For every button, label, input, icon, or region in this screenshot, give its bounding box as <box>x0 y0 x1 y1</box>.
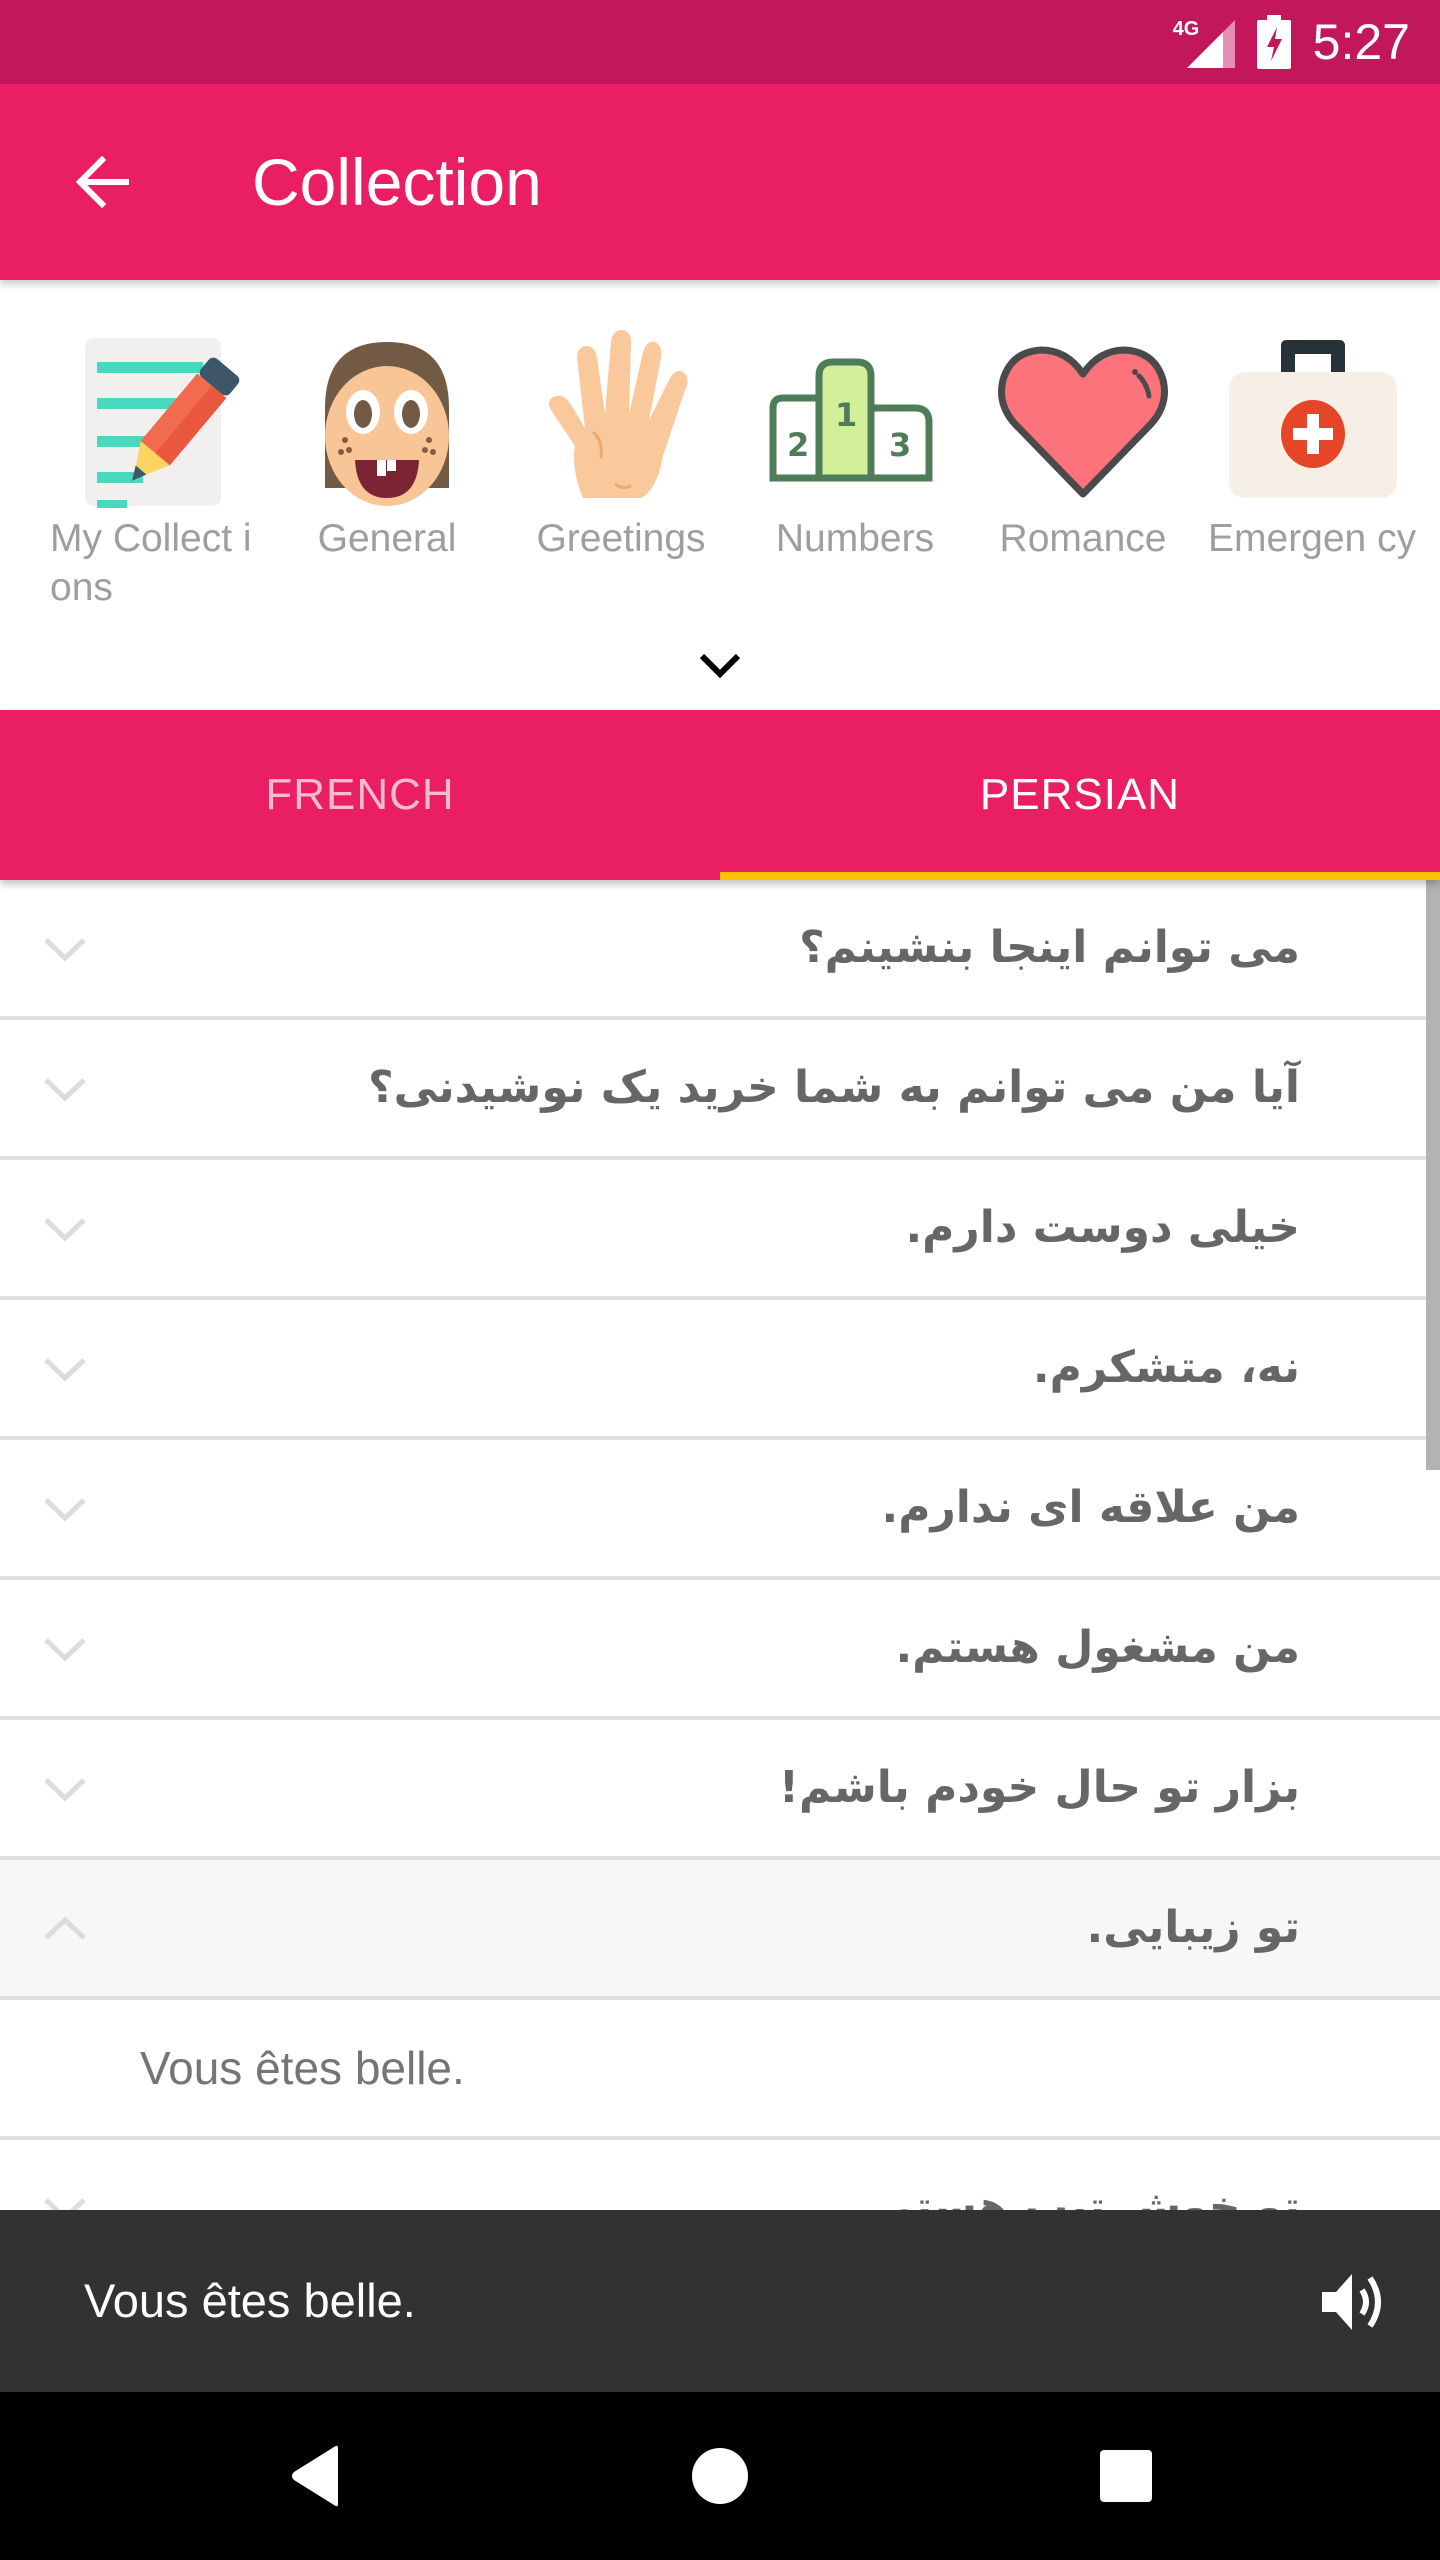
expand-categories-button[interactable] <box>690 640 750 690</box>
phrase-row[interactable]: می توانم اینجا بنشینم؟ <box>0 880 1440 1020</box>
play-audio-button[interactable] <box>1318 2266 1390 2338</box>
system-nav-bar <box>0 2392 1440 2560</box>
category-greetings[interactable]: Greetings <box>516 328 726 563</box>
nav-recents-button[interactable] <box>1086 2436 1166 2516</box>
category-label: My Collect ions <box>50 517 252 609</box>
podium-icon: 2 1 3 <box>769 358 933 482</box>
phrase-row[interactable]: آیا من می توانم به شما خرید یک نوشیدنی؟ <box>0 1020 1440 1160</box>
svg-text:1: 1 <box>835 396 857 434</box>
tab-french[interactable]: FRENCH <box>0 710 720 880</box>
back-triangle-icon <box>292 2445 338 2507</box>
chevron-down-icon <box>44 1638 86 1662</box>
chevron-down-icon <box>699 653 741 679</box>
recents-square-icon <box>1100 2450 1152 2502</box>
snackbar-text: Vous êtes belle. <box>84 2274 416 2327</box>
category-label: Emergen cy <box>1208 517 1417 560</box>
home-circle-icon <box>692 2448 748 2504</box>
chevron-down-icon <box>44 938 86 962</box>
status-icons: 4G 5:27 <box>1173 0 1410 84</box>
nav-back-button[interactable] <box>276 2436 356 2516</box>
signal-icon: 4G <box>1173 16 1235 68</box>
chevron-down-icon <box>44 1078 86 1102</box>
chevron-down-icon <box>44 2198 86 2210</box>
svg-text:2: 2 <box>787 426 809 464</box>
chevron-down-icon <box>44 1218 86 1242</box>
category-label: Romance <box>999 517 1167 560</box>
phrase-row[interactable]: من علاقه ای ندارم. <box>0 1440 1440 1580</box>
category-strip: My Collect ions General Greetings 2 1 3 … <box>0 280 1440 710</box>
translation-text: Vous êtes belle. <box>140 2042 465 2094</box>
phrase-row-expanded[interactable]: تو زیبایی. <box>0 1860 1440 2000</box>
phrase-row[interactable]: بزار تو حال خودم باشم! <box>0 1720 1440 1860</box>
phrase-text: می توانم اینجا بنشینم؟ <box>799 922 1300 973</box>
list-scrollbar[interactable] <box>1426 880 1440 1470</box>
smiling-face-icon <box>325 342 449 506</box>
category-numbers[interactable]: 2 1 3 Numbers <box>750 328 960 563</box>
tab-indicator <box>720 872 1440 880</box>
snackbar: Vous êtes belle. <box>0 2210 1440 2392</box>
category-emergency[interactable]: Emergen cy <box>1208 328 1418 563</box>
phrase-translation[interactable]: Vous êtes belle. <box>0 2000 1440 2140</box>
phrase-text: من مشغول هستم. <box>895 1622 1300 1673</box>
language-tabs: FRENCH PERSIAN <box>0 710 1440 880</box>
phrase-row[interactable]: خیلی دوست دارم. <box>0 1160 1440 1300</box>
speaker-icon <box>1322 2274 1381 2330</box>
chevron-down-icon <box>44 1358 86 1382</box>
phrase-row[interactable]: من مشغول هستم. <box>0 1580 1440 1720</box>
first-aid-kit-icon <box>1229 340 1397 498</box>
phrase-row[interactable]: تو خوش تیپ هستی <box>0 2140 1440 2210</box>
chevron-up-icon <box>44 1916 86 1940</box>
phrase-text: تو زیبایی. <box>1086 1902 1300 1953</box>
phrase-text: من علاقه ای ندارم. <box>881 1482 1300 1533</box>
category-label: Numbers <box>775 517 935 560</box>
category-label: General <box>317 517 457 560</box>
category-label: Greetings <box>536 517 706 560</box>
phrase-text: آیا من می توانم به شما خرید یک نوشیدنی؟ <box>368 1062 1300 1113</box>
phrase-text: تو خوش تیپ هستی <box>871 2182 1300 2210</box>
category-romance[interactable]: Romance <box>978 328 1188 563</box>
waving-hand-icon <box>549 330 688 498</box>
status-time: 5:27 <box>1312 14 1410 70</box>
svg-text:3: 3 <box>889 426 911 464</box>
arrow-back-icon <box>75 155 129 209</box>
battery-charging-icon <box>1256 15 1291 69</box>
chevron-down-icon <box>44 1498 86 1522</box>
heart-icon <box>998 346 1168 498</box>
phrase-row[interactable]: نه، متشکرم. <box>0 1300 1440 1440</box>
chevron-down-icon <box>44 1778 86 1802</box>
tab-persian[interactable]: PERSIAN <box>720 710 1440 880</box>
category-general[interactable]: General <box>282 328 492 563</box>
back-button[interactable] <box>52 132 152 232</box>
phrase-text: خیلی دوست دارم. <box>905 1202 1300 1253</box>
phrase-text: بزار تو حال خودم باشم! <box>778 1762 1300 1813</box>
status-bar: 4G 5:27 <box>0 0 1440 84</box>
app-bar: Collection <box>0 84 1440 280</box>
page-title: Collection <box>252 145 542 219</box>
phrase-list: می توانم اینجا بنشینم؟ آیا من می توانم ب… <box>0 880 1440 2210</box>
phrase-text: نه، متشکرم. <box>1032 1342 1300 1393</box>
category-my-collections[interactable]: My Collect ions <box>50 328 260 612</box>
nav-home-button[interactable] <box>680 2436 760 2516</box>
notepad-pencil-icon <box>85 338 240 508</box>
